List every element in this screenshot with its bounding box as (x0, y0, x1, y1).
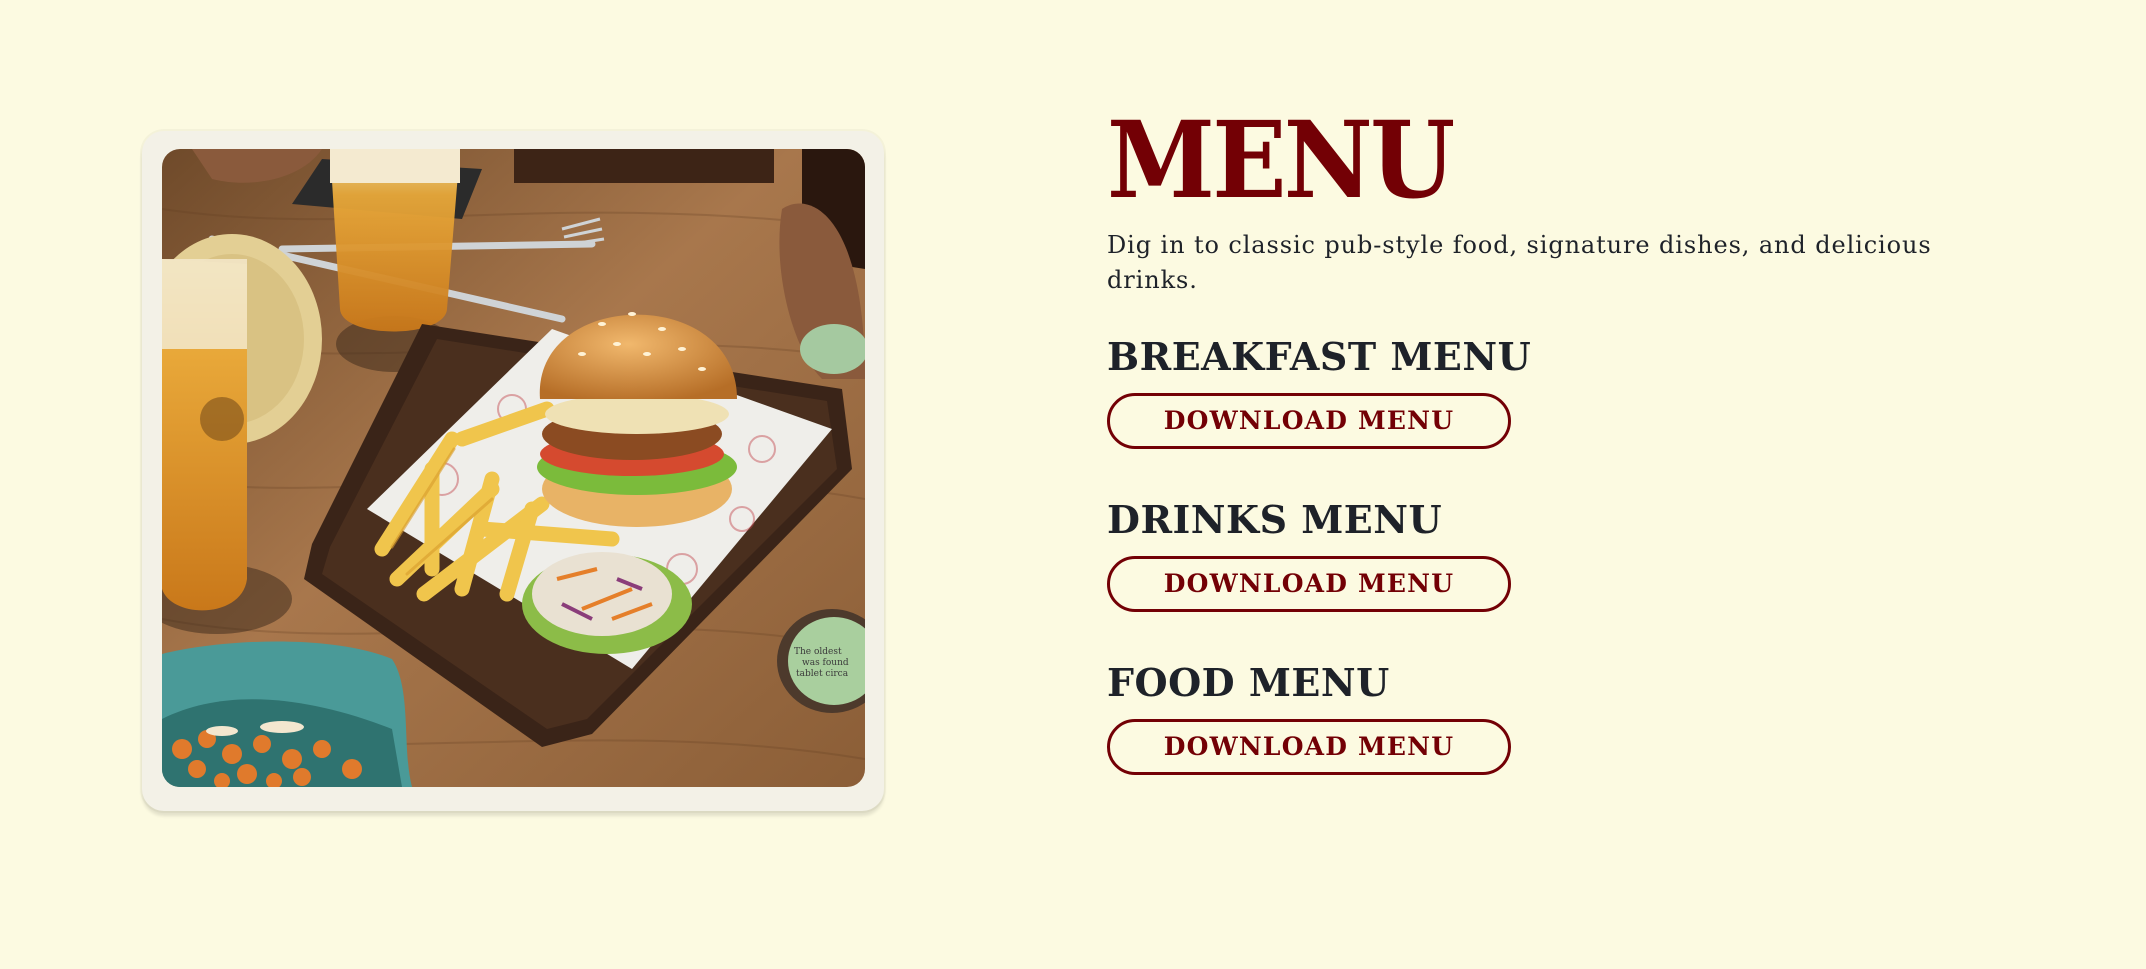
breakfast-menu-section: BREAKFAST MENU DOWNLOAD MENU (1107, 336, 2047, 449)
svg-text:was found: was found (802, 658, 849, 668)
food-menu-section: FOOD MENU DOWNLOAD MENU (1107, 662, 2047, 775)
burger-and-beer-photo: The oldest was found tablet circa (162, 149, 865, 787)
menu-section: MENU Dig in to classic pub-style food, s… (1107, 97, 2047, 775)
breakfast-menu-title: BREAKFAST MENU (1107, 334, 1532, 379)
drinks-menu-title: DRINKS MENU (1107, 497, 1443, 542)
download-breakfast-menu-button[interactable]: DOWNLOAD MENU (1107, 393, 1511, 449)
page-title: MENU (1107, 97, 1455, 222)
svg-text:The oldest: The oldest (794, 647, 842, 657)
drinks-menu-section: DRINKS MENU DOWNLOAD MENU (1107, 499, 2047, 612)
menu-photo-card: The oldest was found tablet circa (142, 131, 884, 811)
download-drinks-menu-button[interactable]: DOWNLOAD MENU (1107, 556, 1511, 612)
svg-text:tablet circa: tablet circa (796, 669, 849, 679)
menu-intro-text: Dig in to classic pub-style food, signat… (1107, 231, 1932, 294)
food-menu-title: FOOD MENU (1107, 660, 1390, 705)
download-food-menu-button[interactable]: DOWNLOAD MENU (1107, 719, 1511, 775)
